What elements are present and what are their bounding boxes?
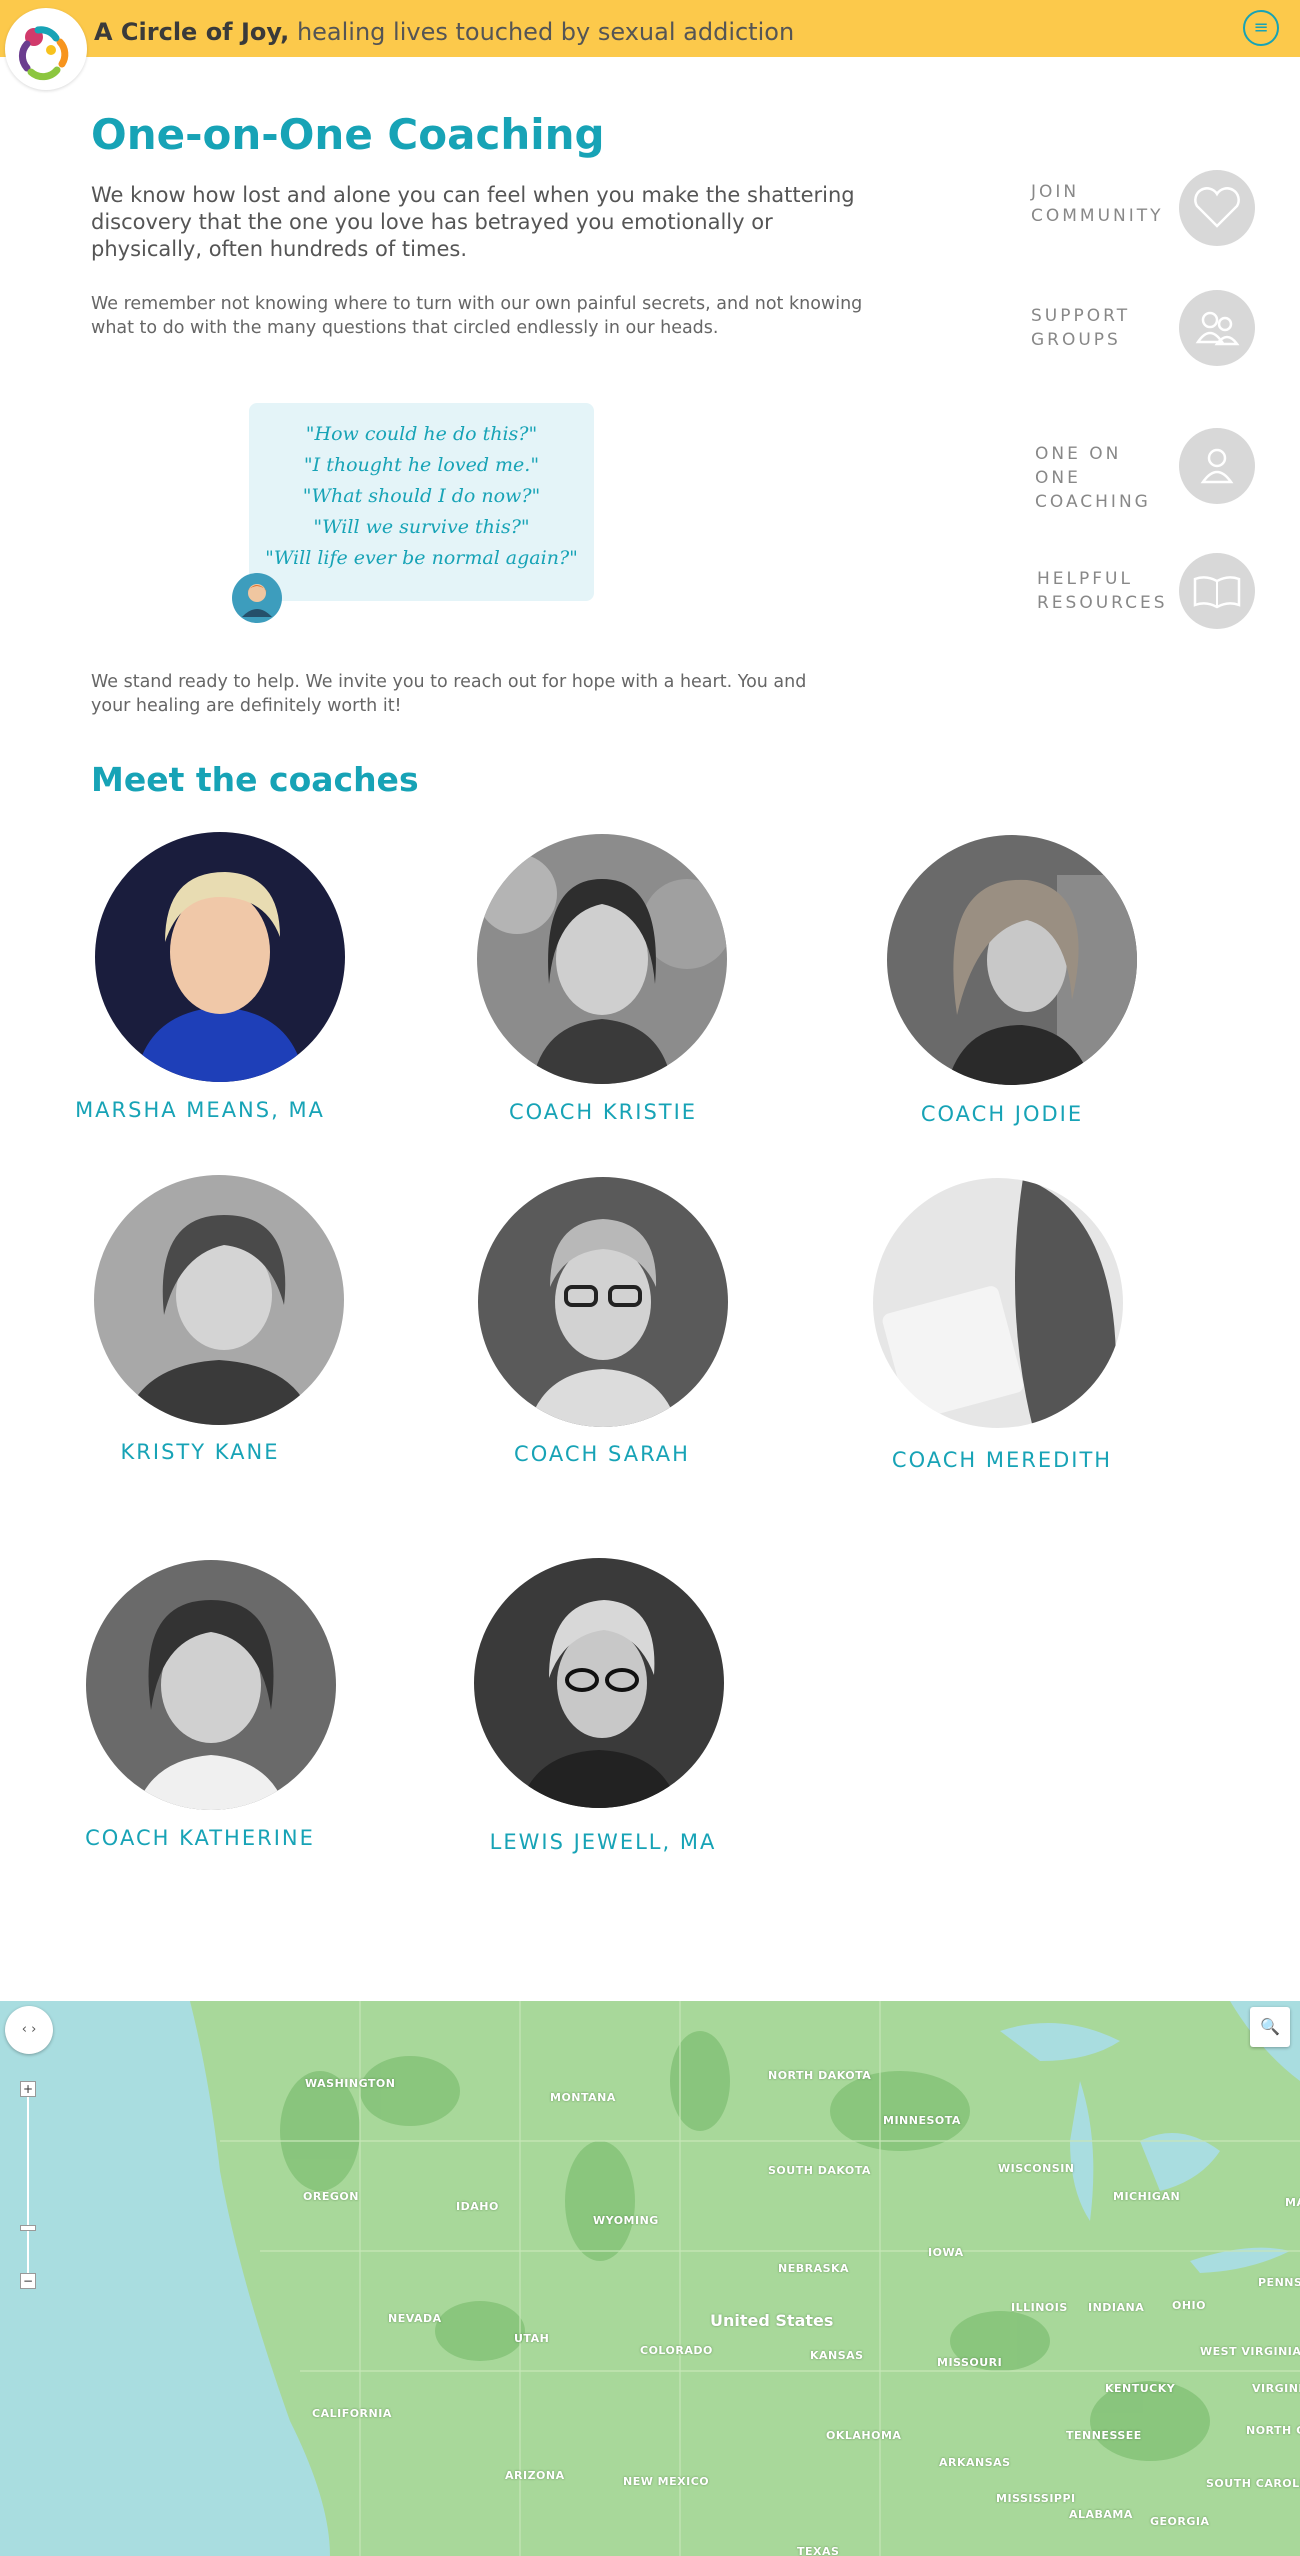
- map-label: MISSISSIPPI: [996, 2492, 1076, 2505]
- menu-button[interactable]: ≡: [1243, 10, 1279, 46]
- magnifier-icon: 🔍: [1260, 2017, 1280, 2036]
- map-label: NORTH DAKOTA: [768, 2069, 872, 2082]
- page-title: One-on-One Coaching: [91, 110, 605, 159]
- map[interactable]: ‹ › + − 🔍 United States WASHINGTON MONTA…: [0, 2001, 1300, 2556]
- map-label: OKLAHOMA: [826, 2429, 902, 2442]
- coaches-title: Meet the coaches: [91, 760, 419, 799]
- map-label: IOWA: [928, 2246, 964, 2259]
- intro-lead: We know how lost and alone you can feel …: [91, 183, 855, 261]
- side-link-resources[interactable]: HELPFUL RESOURCES: [1000, 553, 1260, 633]
- map-label: WEST VIRGINIA: [1200, 2345, 1300, 2358]
- map-label: KENTUCKY: [1105, 2382, 1176, 2395]
- coach-photo[interactable]: [478, 1177, 728, 1427]
- map-label: ALABAMA: [1069, 2508, 1133, 2521]
- quote-line: "How could he do this?": [305, 423, 538, 445]
- map-label: KANSAS: [810, 2349, 864, 2362]
- brand-tagline: healing lives touched by sexual addictio…: [296, 18, 795, 46]
- coach-name[interactable]: MARSHA MEANS, MA: [50, 1098, 350, 1122]
- zoom-slider-handle[interactable]: [20, 2225, 36, 2231]
- side-link-label: ONE on ONE COACHING: [1035, 444, 1151, 512]
- map-label: NEW MEXICO: [623, 2475, 710, 2488]
- heart-icon: [1179, 170, 1255, 246]
- map-label-country: United States: [710, 2311, 834, 2330]
- map-label: OHIO: [1172, 2299, 1207, 2312]
- coach-photo[interactable]: [94, 1175, 344, 1425]
- map-label: PENNS: [1258, 2276, 1300, 2289]
- map-label: WISCONSIN: [998, 2162, 1075, 2175]
- closing-paragraph: We stand ready to help. We invite you to…: [91, 672, 807, 716]
- map-pan-control[interactable]: ‹ ›: [5, 2006, 53, 2054]
- coach-photo[interactable]: [887, 835, 1137, 1085]
- brand-name: A Circle of Joy,: [94, 18, 290, 46]
- map-label: INDIANA: [1088, 2301, 1145, 2314]
- map-label: UTAH: [514, 2332, 550, 2345]
- map-label: MISSOURI: [937, 2356, 1003, 2369]
- map-label: MINNESOTA: [883, 2114, 961, 2127]
- map-label: NEVADA: [388, 2312, 442, 2325]
- map-label: GEORGIA: [1150, 2515, 1210, 2528]
- map-terrain: [0, 2001, 1300, 2556]
- coach-photo[interactable]: [95, 832, 345, 1082]
- map-label: ARIZONA: [505, 2469, 565, 2482]
- side-link-coaching[interactable]: ONE on ONE COACHING: [1000, 428, 1260, 512]
- map-label: ARKANSAS: [939, 2456, 1011, 2469]
- map-label: VIRGINI: [1252, 2382, 1300, 2395]
- quote-line: "I thought he loved me.": [303, 454, 540, 476]
- site-logo[interactable]: [5, 8, 87, 90]
- side-link-join-community[interactable]: JOIN COMMUNITY: [1000, 170, 1260, 250]
- coach-name[interactable]: COACH JODIE: [852, 1102, 1152, 1126]
- zoom-out-button[interactable]: −: [20, 2273, 36, 2289]
- map-label: MONTANA: [550, 2091, 616, 2104]
- hamburger-icon: ≡: [1253, 17, 1269, 38]
- map-label: IDAHO: [456, 2200, 499, 2213]
- group-icon: [1179, 290, 1255, 366]
- map-search-button[interactable]: 🔍: [1250, 2007, 1290, 2047]
- map-label: ILLINOIS: [1011, 2301, 1068, 2314]
- map-label: OREGON: [303, 2190, 359, 2203]
- side-link-label: JOIN COMMUNITY: [1031, 182, 1164, 226]
- map-label: SOUTH CAROLINA: [1206, 2477, 1300, 2490]
- person-icon: [1179, 428, 1255, 504]
- coach-name[interactable]: COACH KRISTIE: [453, 1100, 753, 1124]
- side-link-label: HELPFUL RESOURCES: [1037, 569, 1168, 613]
- map-label: TENNESSEE: [1066, 2429, 1142, 2442]
- map-label: WASHINGTON: [305, 2077, 396, 2090]
- zoom-slider-track[interactable]: [27, 2081, 29, 2281]
- quote-list: "How could he do this?" "I thought he lo…: [249, 419, 594, 574]
- quote-line: "Will life ever be normal again?": [265, 547, 578, 569]
- intro-paragraph: We remember not knowing where to turn wi…: [91, 294, 863, 338]
- woman-avatar-icon: [232, 573, 282, 623]
- quote-avatar: [232, 573, 282, 623]
- coach-photo[interactable]: [474, 1558, 724, 1808]
- coach-photo[interactable]: [873, 1178, 1123, 1428]
- quote-line: "What should I do now?": [302, 485, 541, 507]
- side-link-label: SUPPORT GROUPS: [1031, 306, 1131, 350]
- quote-bubble: "How could he do this?" "I thought he lo…: [249, 403, 594, 601]
- coach-photo[interactable]: [477, 834, 727, 1084]
- map-label: WYOMING: [593, 2214, 659, 2227]
- map-label: COLORADO: [640, 2344, 713, 2357]
- zoom-in-button[interactable]: +: [20, 2081, 36, 2097]
- site-header: A Circle of Joy, healing lives touched b…: [0, 0, 1300, 90]
- coach-name[interactable]: KRISTY KANE: [50, 1440, 350, 1464]
- site-brand[interactable]: A Circle of Joy, healing lives touched b…: [94, 18, 794, 46]
- map-label: NEBRASKA: [778, 2262, 850, 2275]
- coach-name[interactable]: COACH KATHERINE: [50, 1826, 350, 1850]
- map-label: NORTH CAROLINA: [1246, 2424, 1300, 2437]
- coach-name[interactable]: COACH SARAH: [452, 1442, 752, 1466]
- map-label: CALIFORNIA: [312, 2407, 392, 2420]
- map-label: MICHIGAN: [1113, 2190, 1181, 2203]
- coach-name[interactable]: LEWIS JEWELL, MA: [453, 1830, 753, 1854]
- book-icon: [1179, 553, 1255, 629]
- side-link-support-groups[interactable]: SUPPORT GROUPS: [1000, 290, 1260, 370]
- map-label: MA: [1285, 2196, 1300, 2209]
- coach-photo[interactable]: [86, 1560, 336, 1810]
- map-label: SOUTH DAKOTA: [768, 2164, 871, 2177]
- logo-rings-icon: [18, 26, 69, 81]
- coach-name[interactable]: COACH MEREDITH: [852, 1448, 1152, 1472]
- quote-line: "Will we survive this?": [313, 516, 530, 538]
- map-label: TEXAS: [797, 2545, 840, 2556]
